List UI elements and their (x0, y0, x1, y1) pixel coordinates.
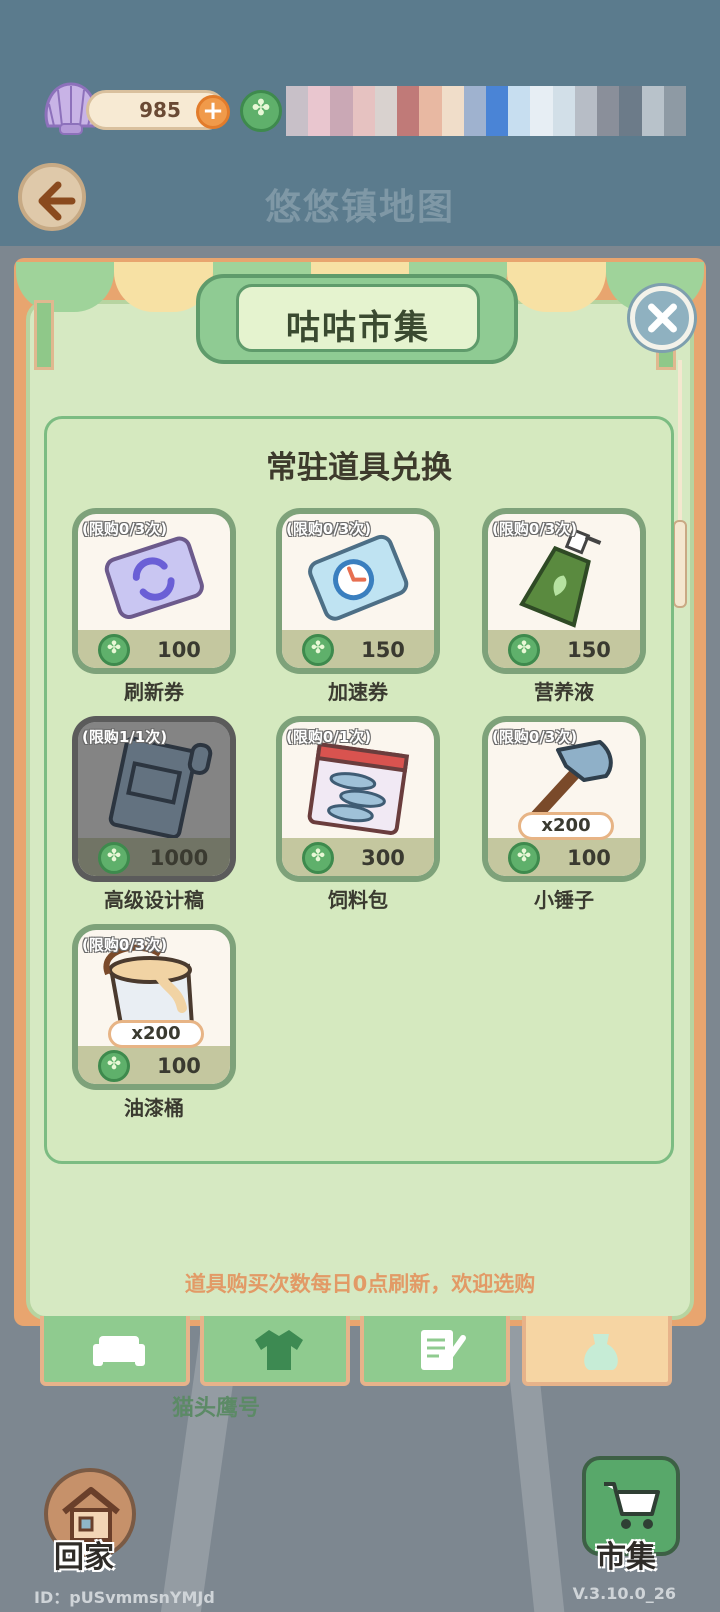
clover-coin-icon (98, 1050, 130, 1082)
shop-item-hammer[interactable]: (限购0/3次) x200 100 (482, 716, 646, 882)
pull-rope (678, 360, 682, 540)
shop-item-refresh-ticket[interactable]: (限购0/3次) 100 (72, 508, 236, 674)
tab-clothing[interactable] (200, 1316, 350, 1386)
shopping-cart-icon (604, 1482, 660, 1529)
sofa-icon (93, 1336, 145, 1366)
tab-notes[interactable] (360, 1316, 510, 1386)
item-price: 300 (361, 846, 405, 870)
refresh-notice: 道具购买次数每日0点刷新，欢迎选购 (184, 1272, 536, 1296)
item-name: 刷新券 (124, 680, 184, 704)
tab-market[interactable] (522, 1316, 672, 1386)
purchase-limit: (限购1/1次) (82, 728, 168, 746)
section-title: 常驻道具兑换 (266, 450, 452, 486)
item-price: 100 (567, 846, 611, 870)
clover-coin-icon (302, 842, 334, 874)
clover-coin-icon (302, 634, 334, 666)
market-title: 咕咕市集 (286, 308, 430, 348)
purchase-limit: (限购0/3次) (286, 520, 372, 538)
home-label: 回家 (54, 1540, 114, 1575)
purchase-limit: (限购0/1次) (286, 728, 372, 746)
item-name: 营养液 (534, 680, 594, 704)
pull-rope-handle[interactable] (673, 520, 687, 608)
quantity-badge: x200 (518, 812, 614, 840)
shop-item-blueprint[interactable]: (限购1/1次) 1000 (72, 716, 236, 882)
app-version: V.3.10.0_26 (572, 1584, 676, 1603)
clover-coin-icon (508, 842, 540, 874)
item-price: 100 (157, 638, 201, 662)
shirt-icon (255, 1330, 303, 1370)
clover-coin-icon (98, 842, 130, 874)
item-price: 1000 (149, 846, 209, 870)
item-price: 150 (567, 638, 611, 662)
item-name: 高级设计稿 (104, 888, 204, 912)
item-price: 100 (157, 1054, 201, 1078)
item-name: 油漆桶 (124, 1096, 184, 1120)
page-title: 悠悠镇地图 (264, 187, 455, 228)
market-label: 市集 (596, 1540, 656, 1575)
item-name: 加速券 (328, 680, 388, 704)
user-id: ID：pUSvmmsnYMJd (34, 1588, 215, 1607)
purchase-limit: (限购0/3次) (82, 936, 168, 954)
shell-count: 985 (139, 98, 181, 122)
close-button[interactable] (630, 286, 694, 350)
quantity-badge: x200 (108, 1020, 204, 1048)
purchase-limit: (限购0/3次) (82, 520, 168, 538)
shop-item-speed-ticket[interactable]: (限购0/3次) 150 (276, 508, 440, 674)
censored-area (286, 86, 686, 136)
item-price: 150 (361, 638, 405, 662)
tab-furniture[interactable] (40, 1316, 190, 1386)
add-shells-button[interactable]: + (196, 95, 230, 129)
item-name: 小锤子 (534, 888, 594, 912)
shop-item-nutrient[interactable]: (限购0/3次) 150 (482, 508, 646, 674)
clover-coin-icon (240, 90, 282, 132)
item-name: 饲料包 (328, 888, 388, 912)
tab-caption: 猫头鹰号 (172, 1396, 261, 1421)
purchase-limit: (限购0/3次) (492, 728, 578, 746)
clover-coin-icon (508, 634, 540, 666)
left-pillar (34, 300, 54, 370)
shop-item-feed-pack[interactable]: (限购0/1次) 300 (276, 716, 440, 882)
purchase-limit: (限购0/3次) (492, 520, 578, 538)
clover-coin-icon (98, 634, 130, 666)
note-icon (421, 1330, 466, 1370)
shop-item-paint-bucket[interactable]: (限购0/3次) x200 100 (72, 924, 236, 1090)
bag-icon (584, 1334, 618, 1370)
